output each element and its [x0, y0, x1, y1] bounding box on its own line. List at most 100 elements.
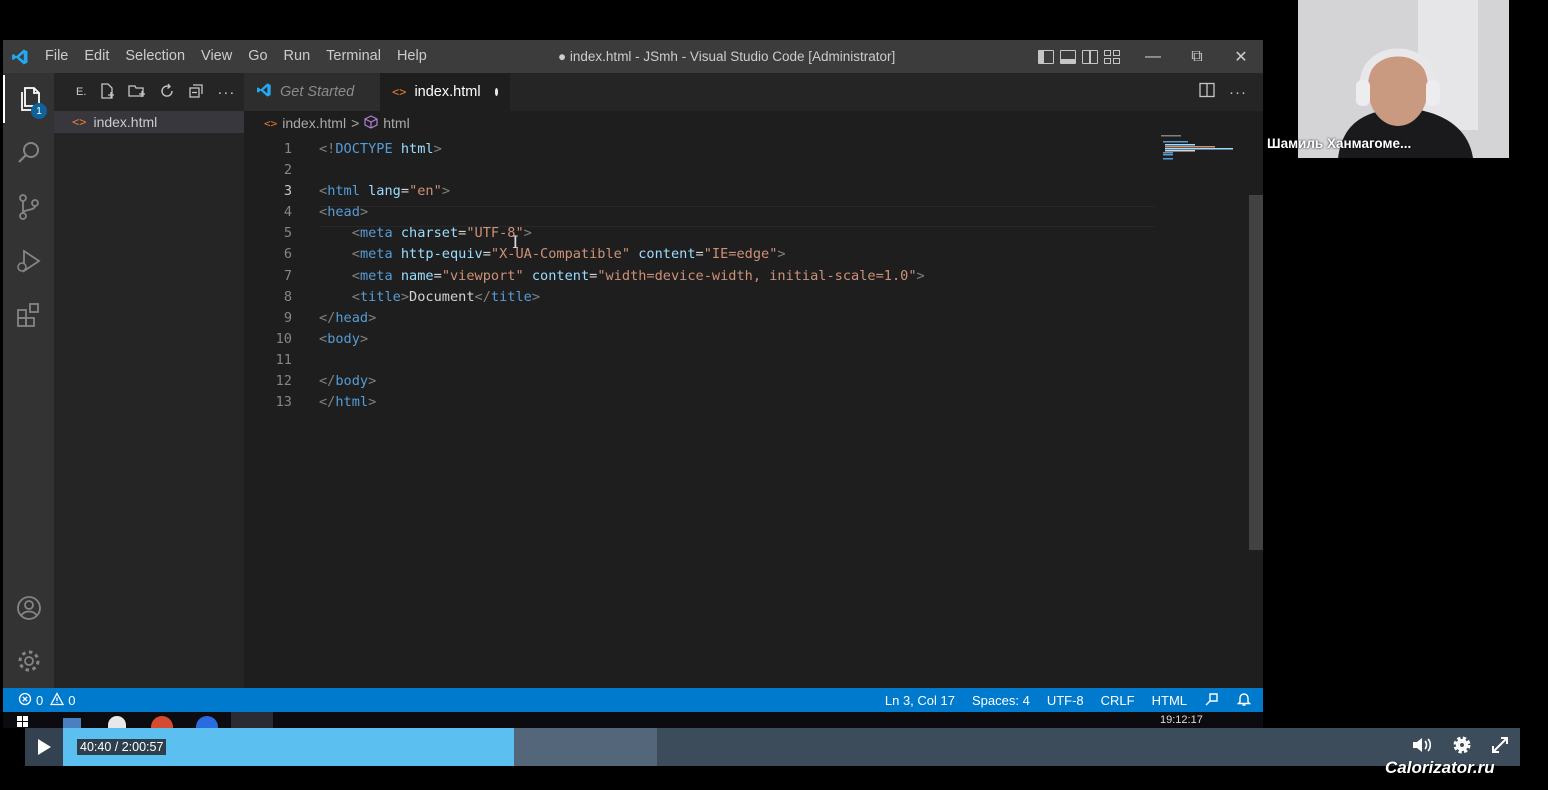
line-number: 1: [283, 141, 292, 157]
breadcrumb: <> index.html > html: [244, 111, 1263, 135]
menu-file[interactable]: File: [37, 40, 76, 73]
taskbar-app-icon[interactable]: [108, 716, 126, 728]
end-of-line[interactable]: CRLF: [1101, 693, 1135, 708]
taskbar-app-icon[interactable]: [196, 716, 218, 728]
volume-icon[interactable]: [1412, 736, 1434, 759]
toggle-sidebar-icon[interactable]: [1038, 49, 1054, 64]
code-line: 2: [244, 160, 1154, 181]
settings-gear-icon[interactable]: [1452, 735, 1472, 760]
explorer-toolbar: E. ···: [54, 73, 244, 111]
code-line: 3 <html lang="en">: [244, 181, 1154, 202]
line-number: 2: [283, 162, 292, 179]
code-line: 11: [244, 350, 1154, 371]
run-debug-icon[interactable]: [3, 237, 54, 285]
tab-label: index.html: [414, 84, 481, 100]
breadcrumb-symbol[interactable]: html: [383, 115, 409, 131]
html-icon: <>: [392, 85, 407, 99]
minimize-button[interactable]: —: [1131, 40, 1175, 73]
tab-get-started[interactable]: Get Started: [244, 73, 380, 111]
fullscreen-icon[interactable]: [1490, 735, 1510, 760]
breadcrumb-file[interactable]: index.html: [282, 115, 346, 131]
taskbar-clock: 19:12:17: [1160, 714, 1203, 726]
notifications-bell-icon[interactable]: [1236, 691, 1252, 710]
explorer-icon[interactable]: 1: [3, 75, 54, 123]
menu-terminal[interactable]: Terminal: [318, 40, 389, 73]
tab-label: Get Started: [280, 84, 355, 100]
participant-name: Шамиль Ханмагоме...: [1267, 136, 1412, 151]
settings-gear-icon[interactable]: [3, 637, 54, 685]
language-mode[interactable]: HTML: [1152, 693, 1187, 708]
progress-buffered[interactable]: [514, 728, 657, 766]
source-control-icon[interactable]: [3, 183, 54, 231]
minimap[interactable]: [1161, 135, 1251, 165]
unsaved-dot-icon[interactable]: [494, 88, 498, 96]
restore-button[interactable]: ⧉: [1175, 40, 1219, 73]
code-line: 8 <title>Document</title>: [244, 287, 1154, 308]
indentation[interactable]: Spaces: 4: [972, 693, 1030, 708]
vscode-logo-icon: [3, 40, 37, 73]
warning-count: 0: [68, 692, 76, 708]
title-bar: File Edit Selection View Go Run Terminal…: [3, 40, 1263, 73]
status-right-items: Ln 3, Col 17 Spaces: 4 UTF-8 CRLF HTML: [885, 688, 1252, 712]
more-icon[interactable]: ···: [217, 84, 235, 101]
menu-view[interactable]: View: [193, 40, 240, 73]
explorer-title: E.: [76, 86, 87, 98]
search-icon[interactable]: [3, 129, 54, 177]
customize-layout-icon[interactable]: [1104, 49, 1120, 64]
refresh-icon[interactable]: [159, 83, 175, 102]
vscode-window: File Edit Selection View Go Run Terminal…: [3, 40, 1263, 712]
file-item-index-html[interactable]: <> index.html: [54, 111, 244, 133]
error-icon: [18, 692, 32, 709]
text-cursor-icon: I: [512, 233, 519, 253]
code-line: 6 <meta http-equiv="X-UA-Compatible" con…: [244, 244, 1154, 265]
taskbar-app-icon[interactable]: [151, 716, 173, 728]
menu-selection[interactable]: Selection: [117, 40, 193, 73]
window-title: ● index.html - JSmh - Visual Studio Code…: [558, 49, 896, 64]
editor-area: Get Started <> index.html ··· <> index.h…: [244, 73, 1263, 688]
split-editor-icon[interactable]: [1199, 82, 1215, 102]
feedback-icon[interactable]: [1204, 691, 1220, 710]
warning-icon: [50, 691, 65, 709]
menu-edit[interactable]: Edit: [76, 40, 117, 73]
toggle-panel-icon[interactable]: [1060, 49, 1076, 64]
line-number: 5: [283, 225, 292, 242]
accounts-icon[interactable]: [3, 584, 54, 632]
menu-help[interactable]: Help: [389, 40, 435, 73]
editor-actions: ···: [1199, 73, 1247, 111]
menu-go[interactable]: Go: [240, 40, 275, 73]
line-number: 12: [275, 373, 292, 390]
html-icon: <>: [264, 116, 278, 130]
code-line: 7 <meta name="viewport" content="width=d…: [244, 266, 1154, 287]
tab-bar: Get Started <> index.html ···: [244, 73, 1263, 111]
encoding[interactable]: UTF-8: [1047, 693, 1084, 708]
new-file-icon[interactable]: [99, 82, 115, 102]
code-line: 12 </body>: [244, 371, 1154, 392]
windows-start-icon[interactable]: [17, 716, 28, 727]
close-button[interactable]: ✕: [1219, 40, 1263, 73]
code-line: 10 <body>: [244, 329, 1154, 350]
extensions-icon[interactable]: [3, 291, 54, 339]
problems-indicator[interactable]: 0 0: [3, 691, 76, 709]
code-line: 9 </head>: [244, 308, 1154, 329]
cursor-position[interactable]: Ln 3, Col 17: [885, 693, 955, 708]
explorer-sidebar: E. ··· <> index.html: [54, 73, 244, 688]
toggle-secondary-sidebar-icon[interactable]: [1082, 49, 1098, 64]
html-icon: <>: [72, 115, 87, 129]
taskbar-app-icon[interactable]: [63, 718, 81, 728]
play-button[interactable]: [25, 728, 63, 766]
collapse-icon[interactable]: [188, 83, 204, 102]
watermark-logo: Calorizator.ru: [1385, 758, 1495, 777]
error-count: 0: [36, 692, 44, 708]
code-editor[interactable]: 1 <!DOCTYPE html> 2 3 <html lang="en"> 4 <h…: [244, 139, 1154, 413]
breadcrumb-separator: >: [351, 115, 360, 131]
menu-run[interactable]: Run: [276, 40, 319, 73]
code-line: 13 </html>: [244, 392, 1154, 413]
more-actions-icon[interactable]: ···: [1229, 84, 1247, 101]
window-controls: — ⧉ ✕: [1131, 40, 1263, 73]
scrollbar-thumb[interactable]: [1249, 195, 1263, 550]
status-bar: 0 0 Ln 3, Col 17 Spaces: 4 UTF-8 CRLF HT…: [3, 688, 1263, 712]
line-number: 6: [283, 246, 292, 263]
tab-index-html[interactable]: <> index.html: [380, 73, 510, 111]
new-folder-icon[interactable]: [128, 83, 146, 102]
taskbar-vscode-icon[interactable]: [231, 712, 273, 728]
